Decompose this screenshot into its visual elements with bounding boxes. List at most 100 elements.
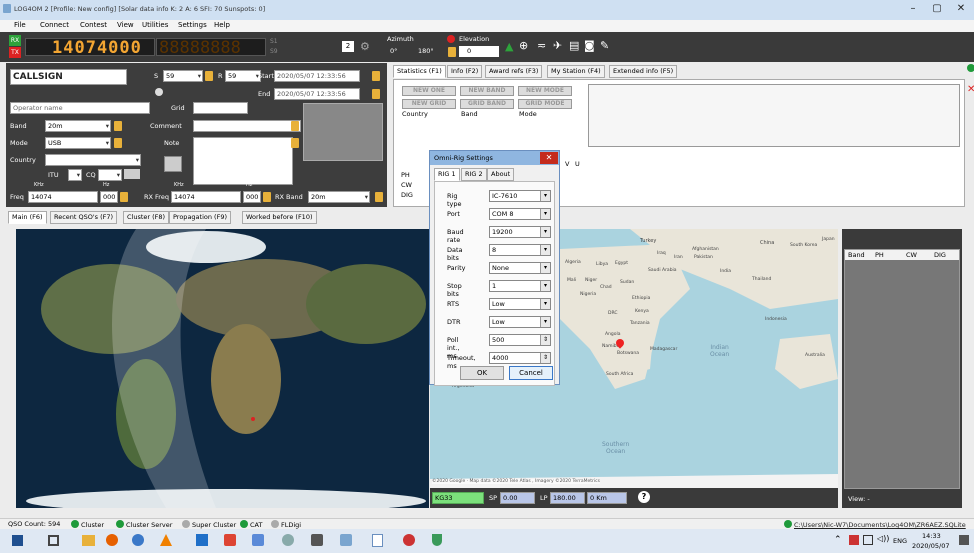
- mode-lock-icon[interactable]: [114, 138, 122, 148]
- baud-rate-select[interactable]: 19200: [489, 226, 551, 238]
- dialog-tab-about[interactable]: About: [487, 168, 515, 181]
- clock-date[interactable]: 2020/05/07: [912, 542, 949, 550]
- itu-select[interactable]: [68, 169, 82, 181]
- r-report-select[interactable]: 59: [225, 70, 261, 82]
- tab-worked-before[interactable]: Worked before (F10): [242, 211, 317, 224]
- grid-band-button[interactable]: GRID BAND: [460, 99, 514, 109]
- tray-app-icon[interactable]: [849, 535, 859, 545]
- clock-time[interactable]: 14:33: [922, 532, 941, 540]
- menu-utilities[interactable]: Utilities: [142, 21, 168, 29]
- band-lock-icon[interactable]: [114, 121, 122, 131]
- status-super-cluster[interactable]: Super Cluster: [182, 520, 236, 529]
- status-fldigi[interactable]: FLDigi: [271, 520, 301, 529]
- freq-lock-icon[interactable]: [120, 192, 128, 202]
- cancel-button[interactable]: Cancel: [509, 366, 553, 380]
- rx-freq-hz-input[interactable]: 000: [243, 191, 261, 203]
- ok-button[interactable]: OK: [460, 366, 504, 380]
- network-app-icon[interactable]: [252, 534, 264, 546]
- browser-icon[interactable]: [132, 534, 144, 546]
- tray-network-icon[interactable]: [863, 535, 873, 545]
- tab-recent-qsos[interactable]: Recent QSO's (F7): [50, 211, 118, 224]
- notification-icon[interactable]: [959, 535, 969, 545]
- data-bits-select[interactable]: 8: [489, 244, 551, 256]
- end-datetime-input[interactable]: 2020/05/07 12:33:56: [274, 88, 360, 100]
- cq-select[interactable]: [98, 169, 122, 181]
- mode-select[interactable]: USB: [45, 137, 111, 149]
- log-icon[interactable]: ▤: [569, 39, 579, 52]
- rts-select[interactable]: Low: [489, 298, 551, 310]
- comment-input[interactable]: [193, 120, 301, 132]
- log4om-icon[interactable]: [340, 534, 352, 546]
- language-indicator[interactable]: ENG: [893, 537, 907, 545]
- new-grid-button[interactable]: NEW GRID: [402, 99, 456, 109]
- vlc-icon[interactable]: [160, 534, 172, 546]
- rig-spinner[interactable]: 2: [342, 41, 354, 52]
- band-col-header[interactable]: Band: [848, 251, 865, 259]
- new-mode-button[interactable]: NEW MODE: [518, 86, 572, 96]
- lock-icon[interactable]: [448, 47, 456, 57]
- pen-icon[interactable]: ✎: [600, 39, 609, 52]
- qsl-image-box[interactable]: [303, 103, 383, 161]
- timeout-input[interactable]: 4000: [489, 352, 551, 364]
- greyline-map[interactable]: [16, 229, 429, 508]
- band-select[interactable]: 20m: [45, 120, 111, 132]
- parity-select[interactable]: None: [489, 262, 551, 274]
- refresh-icon[interactable]: [967, 64, 974, 72]
- start-datetime-input[interactable]: 2020/05/07 12:33:56: [274, 70, 360, 82]
- country-select[interactable]: [45, 154, 141, 166]
- close-button[interactable]: ✕: [950, 2, 972, 17]
- maximize-button[interactable]: ▢: [926, 2, 948, 17]
- freq-input[interactable]: 14074: [28, 191, 98, 203]
- delete-icon[interactable]: ✕: [967, 84, 974, 95]
- task-view-icon[interactable]: [48, 535, 59, 546]
- wifi-app-icon[interactable]: [282, 534, 294, 546]
- explorer-icon[interactable]: [82, 535, 95, 546]
- menu-file[interactable]: File: [14, 21, 26, 29]
- tab-propagation[interactable]: Propagation (F9): [169, 211, 231, 224]
- port-select[interactable]: COM 8: [489, 208, 551, 220]
- radio-app-icon[interactable]: [311, 534, 323, 546]
- cw-col-header[interactable]: CW: [906, 251, 917, 259]
- note-lock-icon[interactable]: [291, 138, 299, 148]
- grid-mode-button[interactable]: GRID MODE: [518, 99, 572, 109]
- menu-contest[interactable]: Contest: [80, 21, 107, 29]
- volume-icon[interactable]: ◁)): [877, 534, 889, 543]
- s-lock-icon[interactable]: [205, 71, 213, 81]
- menu-help[interactable]: Help: [214, 21, 230, 29]
- outlook-icon[interactable]: [196, 534, 208, 546]
- help-icon[interactable]: ?: [638, 491, 650, 503]
- firefox-icon[interactable]: [106, 534, 118, 546]
- dtr-select[interactable]: Low: [489, 316, 551, 328]
- status-cluster-server[interactable]: Cluster Server: [116, 520, 172, 529]
- app-icon-2[interactable]: [403, 534, 415, 546]
- locator-field[interactable]: KG33: [432, 492, 484, 504]
- rx-freq-input[interactable]: 14074: [171, 191, 241, 203]
- minimize-button[interactable]: –: [902, 2, 924, 17]
- windows-start-icon[interactable]: [12, 535, 23, 546]
- note-textarea[interactable]: [193, 137, 293, 185]
- s-report-select[interactable]: 59: [163, 70, 203, 82]
- rx-band-lock-icon[interactable]: [375, 192, 383, 202]
- gear-icon[interactable]: ⚙: [360, 40, 370, 53]
- elevation-input[interactable]: 0: [459, 46, 499, 57]
- tab-statistics[interactable]: Statistics (F1): [393, 65, 446, 78]
- tab-award-refs[interactable]: Award refs (F3): [485, 65, 543, 78]
- tab-main[interactable]: Main (F6): [8, 211, 47, 224]
- rx-freq-lock-icon[interactable]: [263, 192, 271, 202]
- document-icon[interactable]: [372, 534, 383, 547]
- ph-col-header[interactable]: PH: [875, 251, 884, 259]
- end-lock-icon[interactable]: [372, 89, 380, 99]
- stop-bits-select[interactable]: 1: [489, 280, 551, 292]
- menu-settings[interactable]: Settings: [178, 21, 207, 29]
- tray-chevron-icon[interactable]: ⌃: [834, 535, 842, 545]
- menu-view[interactable]: View: [117, 21, 134, 29]
- dialog-tab-rig1[interactable]: RIG 1: [434, 168, 460, 181]
- poll-interval-input[interactable]: 500: [489, 334, 551, 346]
- printer-icon[interactable]: [164, 156, 182, 172]
- freq-hz-input[interactable]: 000: [100, 191, 118, 203]
- grid-input[interactable]: [193, 102, 248, 114]
- globe-icon[interactable]: ⊕: [519, 39, 528, 52]
- comment-lock-icon[interactable]: [291, 121, 299, 131]
- tab-cluster[interactable]: Cluster (F8): [123, 211, 170, 224]
- dialog-tab-rig2[interactable]: RIG 2: [461, 168, 487, 181]
